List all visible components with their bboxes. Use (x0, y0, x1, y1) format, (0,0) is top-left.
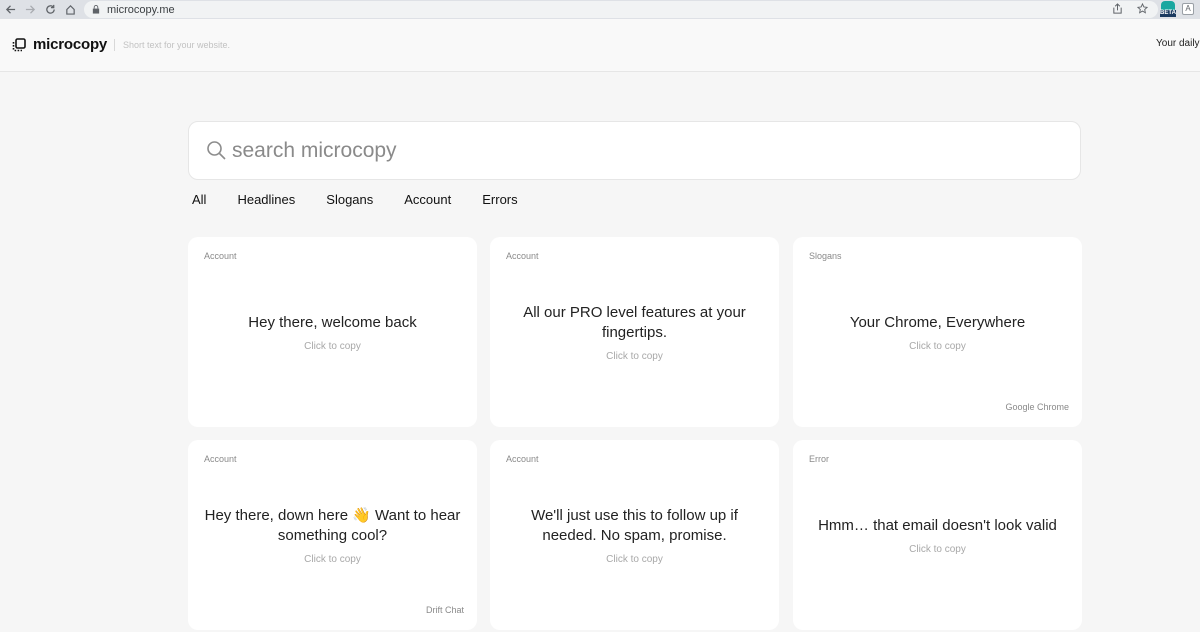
address-url: microcopy.me (107, 3, 175, 16)
header-divider (114, 39, 115, 51)
arrow-left-icon (5, 5, 15, 14)
card-source: Google Chrome (1005, 402, 1069, 412)
category-tabs: All Headlines Slogans Account Errors (192, 192, 549, 207)
search-input[interactable] (232, 136, 1052, 166)
reload-button[interactable] (40, 0, 60, 19)
tagline: Short text for your website. (123, 40, 231, 50)
click-to-copy-label[interactable]: Click to copy (304, 341, 361, 352)
microcopy-logo-icon[interactable] (12, 38, 26, 52)
card-text: Hey there, down here 👋 Want to hear some… (204, 506, 461, 544)
card-text: We'll just use this to follow up if need… (531, 506, 738, 544)
beta-label: BETA (1160, 10, 1176, 17)
card-text: All our PRO level features at your finge… (523, 303, 746, 341)
click-to-copy-label[interactable]: Click to copy (909, 341, 966, 352)
browser-toolbar: microcopy.me BETA A (0, 0, 1200, 19)
tab-all[interactable]: All (192, 192, 206, 207)
tab-account[interactable]: Account (404, 192, 451, 207)
home-button[interactable] (60, 0, 80, 19)
microcopy-card[interactable]: Account We'll just use this to follow up… (490, 440, 779, 630)
beta-extension-icon[interactable]: BETA (1160, 1, 1176, 18)
card-text: Your Chrome, Everywhere (849, 313, 1026, 331)
microcopy-card[interactable]: Account Hey there, down here 👋 Want to h… (188, 440, 477, 630)
microcopy-card[interactable]: Account All our PRO level features at yo… (490, 237, 779, 427)
arrow-right-icon (25, 5, 35, 14)
tab-headlines[interactable]: Headlines (237, 192, 295, 207)
search-icon (207, 141, 226, 160)
click-to-copy-label[interactable]: Click to copy (606, 351, 663, 362)
lock-icon (92, 5, 100, 14)
reload-icon (45, 4, 55, 14)
header-right-text[interactable]: Your daily (1156, 38, 1200, 49)
search-box[interactable] (188, 121, 1081, 180)
tab-errors[interactable]: Errors (482, 192, 517, 207)
card-text: Hmm… that email doesn't look valid (818, 516, 1057, 534)
microcopy-card[interactable]: Slogans Your Chrome, Everywhere Click to… (793, 237, 1082, 427)
tab-slogans[interactable]: Slogans (326, 192, 373, 207)
card-source: Drift Chat (425, 605, 464, 615)
home-icon (65, 4, 75, 15)
microcopy-card[interactable]: Error Hmm… that email doesn't look valid… (793, 440, 1082, 630)
share-icon[interactable] (1112, 3, 1123, 14)
card-text: Hey there, welcome back (248, 313, 417, 331)
logo-text[interactable]: microcopy (33, 36, 107, 53)
site-header: microcopy Short text for your website. Y… (0, 19, 1200, 72)
click-to-copy-label[interactable]: Click to copy (909, 544, 966, 555)
address-bar[interactable]: microcopy.me (84, 1, 1158, 18)
microcopy-card[interactable]: Account Hey there, welcome back Click to… (188, 237, 477, 427)
bookmark-star-icon[interactable] (1137, 3, 1148, 14)
click-to-copy-label[interactable]: Click to copy (304, 554, 361, 565)
click-to-copy-label[interactable]: Click to copy (606, 554, 663, 565)
forward-button[interactable] (20, 0, 40, 19)
back-button[interactable] (0, 0, 20, 19)
profile-extension-icon[interactable]: A (1182, 3, 1194, 15)
